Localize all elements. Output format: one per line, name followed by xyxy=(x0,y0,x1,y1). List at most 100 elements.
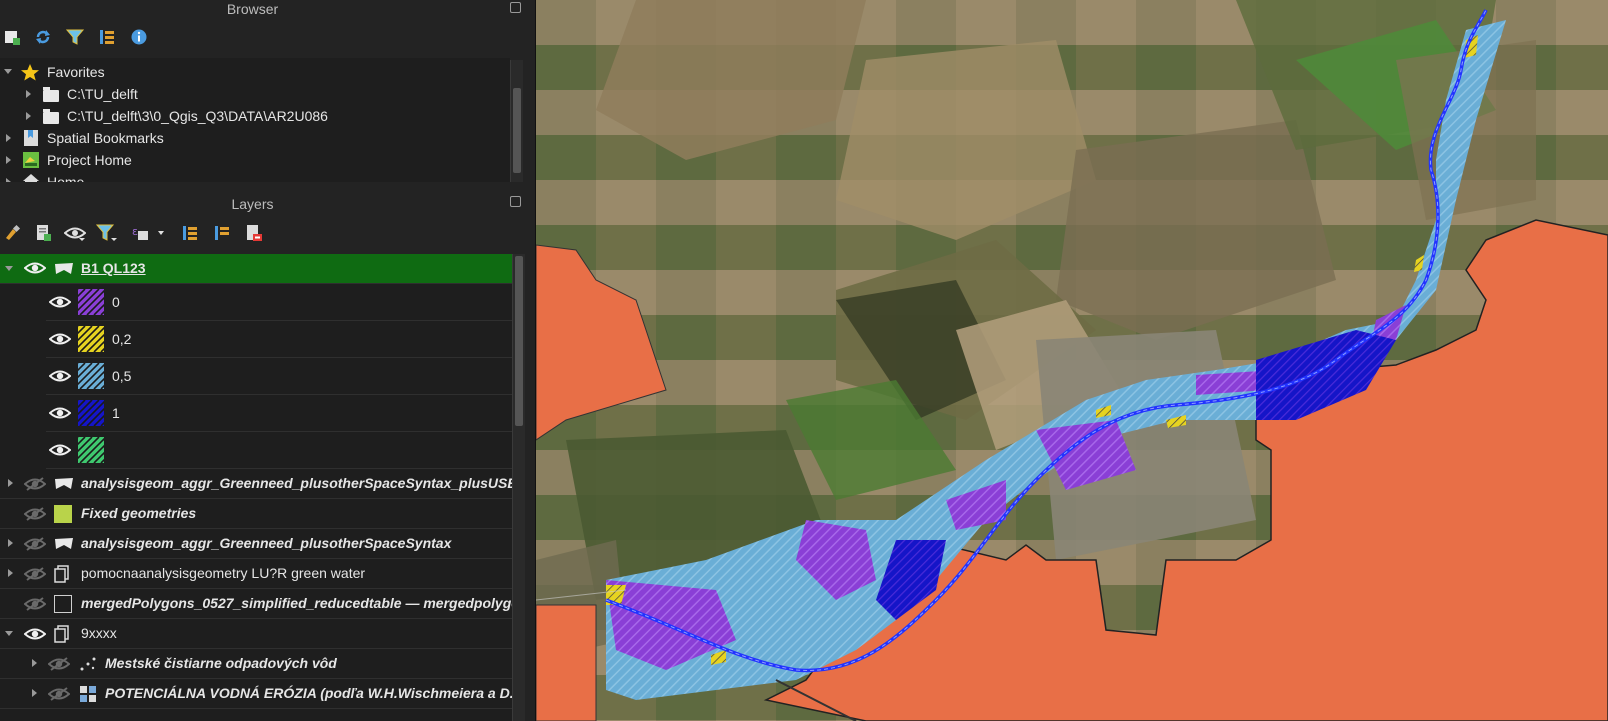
browser-item-label: Home xyxy=(47,174,85,182)
filter-by-expression-icon[interactable]: ε xyxy=(130,222,170,244)
point-layer-icon xyxy=(80,657,96,671)
collapse-all-icon[interactable] xyxy=(96,26,118,48)
layer-row[interactable]: Mestské čistiarne odpadových vôd xyxy=(0,649,512,679)
layers-tree: B1 QL123 0 0,2 0,5 1 analysisgeom_aggr_G… xyxy=(0,254,512,721)
browser-float-icon[interactable] xyxy=(510,2,521,13)
layers-panel-title: Layers xyxy=(231,196,274,212)
collapse-arrow-icon[interactable] xyxy=(5,631,13,636)
layer-row[interactable]: POTENCIÁLNA VODNÁ ERÓZIA (podľa W.H.Wisc… xyxy=(0,679,512,709)
layer-label: POTENCIÁLNA VODNÁ ERÓZIA (podľa W.H.Wisc… xyxy=(105,685,512,701)
layers-toolbar: ε xyxy=(0,220,530,248)
hidden-eye-icon[interactable] xyxy=(24,507,46,521)
visibility-eye-icon[interactable] xyxy=(24,261,46,275)
collapse-arrow-icon[interactable] xyxy=(5,266,13,271)
browser-item-label: Spatial Bookmarks xyxy=(47,130,164,146)
hidden-eye-icon[interactable] xyxy=(48,687,70,701)
browser-item-project-home[interactable]: Project Home xyxy=(0,149,510,171)
legend-swatch xyxy=(78,437,104,463)
browser-item-tu-delft[interactable]: C:\TU_delft xyxy=(0,83,510,105)
layer-group-b1-ql123[interactable]: B1 QL123 xyxy=(0,254,512,284)
layer-row[interactable]: mergedPolygons_0527_simplified_reducedta… xyxy=(0,589,512,619)
expand-arrow-icon[interactable] xyxy=(8,539,13,547)
expand-arrow-icon[interactable] xyxy=(4,69,12,74)
layer-row[interactable]: analysisgeom_aggr_Greenneed_plusotherSpa… xyxy=(0,529,512,559)
legend-swatch xyxy=(78,363,104,389)
legend-class-row[interactable]: 0,2 xyxy=(46,321,512,358)
empty-fill-swatch xyxy=(54,595,72,613)
legend-swatch xyxy=(78,400,104,426)
folder-icon xyxy=(43,109,59,124)
map-canvas[interactable] xyxy=(536,0,1608,721)
browser-toolbar xyxy=(0,24,530,52)
visibility-eye-icon[interactable] xyxy=(24,627,46,641)
layers-float-icon[interactable] xyxy=(510,196,521,207)
map-theme-eye-icon[interactable] xyxy=(64,222,86,244)
hidden-eye-icon[interactable] xyxy=(24,537,46,551)
refresh-icon[interactable] xyxy=(32,26,54,48)
browser-item-spatial-bookmarks[interactable]: Spatial Bookmarks xyxy=(0,127,510,149)
legend-class-row[interactable]: 0,5 xyxy=(46,358,512,395)
layer-label: analysisgeom_aggr_Greenneed_plusotherSpa… xyxy=(81,535,452,551)
legend-swatch xyxy=(78,289,104,315)
layer-row[interactable]: analysisgeom_aggr_Greenneed_plusotherSpa… xyxy=(0,469,512,499)
expand-arrow-icon[interactable] xyxy=(32,689,37,697)
layer-row[interactable]: Fixed geometries xyxy=(0,499,512,529)
legend-class-row[interactable]: 0 xyxy=(46,284,512,321)
hidden-eye-icon[interactable] xyxy=(24,567,46,581)
visibility-eye-icon[interactable] xyxy=(49,369,71,383)
legend-class-row[interactable]: 1 xyxy=(46,395,512,432)
hidden-eye-icon[interactable] xyxy=(24,597,46,611)
filter-legend-icon[interactable] xyxy=(96,222,118,244)
layer-group-row[interactable]: 9xxxx xyxy=(0,619,512,649)
expand-arrow-icon[interactable] xyxy=(26,90,31,98)
hidden-eye-icon[interactable] xyxy=(24,477,46,491)
layer-label: mergedPolygons_0527_simplified_reducedta… xyxy=(81,595,512,611)
star-icon xyxy=(21,64,39,81)
layer-label: analysisgeom_aggr_Greenneed_plusotherSpa… xyxy=(81,475,512,491)
browser-item-favorites[interactable]: Favorites xyxy=(0,61,510,83)
left-dock-panel: Browser Favorites C:\TU_delft C:\TU_delf… xyxy=(0,0,536,721)
browser-item-home[interactable]: Home xyxy=(0,171,510,182)
legend-class-label: 0,2 xyxy=(112,331,132,347)
expand-arrow-icon[interactable] xyxy=(8,479,13,487)
info-icon[interactable] xyxy=(128,26,150,48)
legend-class-label: 0,5 xyxy=(112,368,132,384)
wms-layer-icon xyxy=(80,686,96,702)
layers-scrollbar[interactable] xyxy=(512,254,525,721)
scroll-thumb[interactable] xyxy=(515,256,523,426)
legend-swatch xyxy=(78,326,104,352)
legend-class-row[interactable] xyxy=(46,432,512,469)
scroll-thumb[interactable] xyxy=(513,88,521,173)
expand-all-icon[interactable] xyxy=(179,222,201,244)
add-group-icon[interactable] xyxy=(32,222,54,244)
filter-icon[interactable] xyxy=(64,26,86,48)
layer-row[interactable]: pomocnaanalysisgeometry LU?R green water xyxy=(0,559,512,589)
visibility-eye-icon[interactable] xyxy=(49,332,71,346)
fill-swatch xyxy=(54,505,72,523)
style-manager-icon[interactable] xyxy=(1,222,23,244)
layer-label: pomocnaanalysisgeometry LU?R green water xyxy=(81,565,366,581)
expand-arrow-icon[interactable] xyxy=(32,659,37,667)
expand-arrow-icon[interactable] xyxy=(6,156,11,164)
legend-class-label: 1 xyxy=(112,405,120,421)
expand-arrow-icon[interactable] xyxy=(6,178,11,182)
expand-arrow-icon[interactable] xyxy=(26,112,31,120)
browser-item-data-folder[interactable]: C:\TU_delft\3\0_Qgis_Q3\DATA\AR2U086 xyxy=(0,105,510,127)
hidden-eye-icon[interactable] xyxy=(48,657,70,671)
svg-text:ε: ε xyxy=(132,225,138,238)
layer-label: 9xxxx xyxy=(81,625,117,641)
browser-item-label: Favorites xyxy=(47,64,105,80)
visibility-eye-icon[interactable] xyxy=(49,295,71,309)
browser-scrollbar[interactable] xyxy=(510,60,523,182)
layer-label: Fixed geometries xyxy=(81,505,197,521)
polygon-layer-icon xyxy=(55,263,73,274)
layer-label: B1 QL123 xyxy=(81,260,146,276)
expand-arrow-icon[interactable] xyxy=(8,569,13,577)
expand-arrow-icon[interactable] xyxy=(6,134,11,142)
layer-label: Mestské čistiarne odpadových vôd xyxy=(105,655,337,671)
visibility-eye-icon[interactable] xyxy=(49,443,71,457)
add-selected-layers-icon[interactable] xyxy=(1,26,23,48)
visibility-eye-icon[interactable] xyxy=(49,406,71,420)
remove-layer-icon[interactable] xyxy=(243,222,265,244)
collapse-all-icon[interactable] xyxy=(211,222,233,244)
